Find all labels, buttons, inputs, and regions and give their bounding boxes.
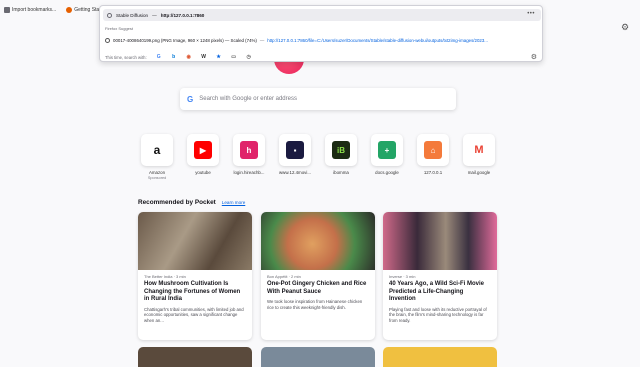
suggest-separator: — <box>259 37 265 43</box>
gmail-icon: M <box>474 144 484 156</box>
customize-gear-icon[interactable]: ⚙ <box>620 22 630 32</box>
suggest-item[interactable]: 00017-4008640199.png (PNG Image, 960 × 1… <box>105 35 539 45</box>
search-with-label: This time, search with: <box>105 54 147 60</box>
suggest-header: Firefox Suggest <box>105 26 134 31</box>
search-box[interactable]: G Search with Google or enter address <box>180 88 456 110</box>
search-engines-row: This time, search with: G b ◉ W ★ ▭ ◷ ⚙ <box>105 52 539 62</box>
tile-label: ibomma <box>333 170 349 175</box>
card-source: The Better India · 3 min <box>144 274 186 279</box>
card-title: One-Pot Gingery Chicken and Rice With Pe… <box>267 281 367 295</box>
tile-box: ⌂ <box>417 134 449 166</box>
pocket-card[interactable]: The Better India · 3 min How Mushroom Cu… <box>138 212 252 340</box>
pocket-card[interactable]: Bon Appétit · 2 min One-Pot Gingery Chic… <box>261 212 375 340</box>
tile-label: login.hireachb... <box>233 170 265 175</box>
card-title: 40 Years Ago, a Wild Sci-Fi Movie Predic… <box>389 281 484 302</box>
card-excerpt: Chattisgarh's tribal communities, with l… <box>144 306 244 324</box>
tile-label: Amazon <box>148 170 166 175</box>
pocket-card-partial[interactable] <box>383 347 497 367</box>
top-site-ibomma[interactable]: iB ibomma <box>318 134 364 175</box>
top-site-youtube[interactable]: ▶ youtube <box>180 134 226 175</box>
tile-box: + <box>371 134 403 166</box>
search-settings-gear-icon[interactable]: ⚙ <box>531 53 537 61</box>
tile-label: mail.google <box>467 170 491 175</box>
bookmark-label: Import bookmarks... <box>12 7 57 13</box>
pocket-card-partial[interactable] <box>138 347 252 367</box>
tile-sponsored: Sponsored <box>147 176 167 180</box>
globe-icon <box>105 37 110 43</box>
top-site-docs-google[interactable]: + docs.google <box>364 134 410 175</box>
localhost-icon: ⌂ <box>424 141 442 159</box>
tile-label: www.12.4movi... <box>279 170 311 175</box>
tile-box: M <box>463 134 495 166</box>
url-dropdown-panel: Stable Diffusion — http://127.0.0.1:7860… <box>99 5 543 62</box>
tabs-icon[interactable]: ▭ <box>231 54 237 60</box>
bookmark-import[interactable]: Import bookmarks... <box>4 7 56 13</box>
card-excerpt: We took loose inspiration from Hainanese… <box>267 299 363 310</box>
more-options-icon[interactable]: ••• <box>527 11 535 17</box>
wikipedia-icon[interactable]: W <box>201 54 207 60</box>
urlbar-title: Stable Diffusion <box>116 12 149 18</box>
google-icon: G <box>187 94 194 104</box>
bookmark-star-icon[interactable]: ★ <box>216 54 222 60</box>
tile-box: ▪ <box>279 134 311 166</box>
suggest-item-url: http://127.0.0.1:7860/file=C:/Users/suze… <box>267 37 488 43</box>
tile-label: docs.google <box>375 170 399 175</box>
top-site-4movies[interactable]: ▪ www.12.4movi... <box>272 134 318 175</box>
urlbar-url: http://127.0.0.1:7860 <box>160 12 205 18</box>
card-source: Bon Appétit · 2 min <box>267 274 301 279</box>
card-title: How Mushroom Cultivation Is Changing the… <box>144 281 241 302</box>
top-site-amazon[interactable]: a Amazon Sponsored <box>134 134 180 180</box>
card-source: Inverse · 3 min <box>389 274 416 279</box>
tile-box: ▶ <box>187 134 219 166</box>
duckduckgo-icon[interactable]: ◉ <box>186 54 192 60</box>
pocket-card-partial[interactable] <box>261 347 375 367</box>
google-sheets-icon: + <box>378 141 396 159</box>
pocket-header: Recommended by Pocket Learn more <box>138 199 245 206</box>
movies-icon: ▪ <box>286 141 304 159</box>
card-excerpt: Playing fast and loose with its reductiv… <box>389 306 487 324</box>
page-info-icon[interactable] <box>107 12 112 18</box>
top-site-localhost[interactable]: ⌂ 127.0.0.1 <box>410 134 456 175</box>
history-icon[interactable]: ◷ <box>246 54 252 60</box>
pocket-card[interactable]: Inverse · 3 min 40 Years Ago, a Wild Sci… <box>383 212 497 340</box>
top-site-hireach[interactable]: h login.hireachb... <box>226 134 272 175</box>
search-placeholder: Search with Google or enter address <box>199 96 297 102</box>
tile-box: h <box>233 134 265 166</box>
urlbar-separator: — <box>152 12 157 18</box>
card-image <box>261 212 375 270</box>
amazon-icon: a <box>153 143 161 157</box>
firefox-icon <box>66 7 73 13</box>
card-image <box>138 212 252 270</box>
ibomma-icon: iB <box>332 141 350 159</box>
top-site-gmail[interactable]: M mail.google <box>456 134 502 175</box>
card-image <box>383 212 497 270</box>
tile-label: 127.0.0.1 <box>423 170 443 175</box>
hireach-icon: h <box>240 141 258 159</box>
tile-box: iB <box>325 134 357 166</box>
address-bar[interactable]: Stable Diffusion — http://127.0.0.1:7860… <box>103 9 541 21</box>
import-icon <box>4 7 10 13</box>
pocket-title: Recommended by Pocket <box>138 199 216 206</box>
tile-label: youtube <box>195 170 211 175</box>
learn-more-link[interactable]: Learn more <box>222 200 246 205</box>
bing-icon[interactable]: b <box>171 54 177 60</box>
tile-box: a <box>141 134 173 166</box>
suggest-item-title: 00017-4008640199.png (PNG Image, 960 × 1… <box>113 37 257 43</box>
top-sites: a Amazon Sponsored ▶ youtube h login.hir… <box>140 134 500 184</box>
youtube-icon: ▶ <box>194 141 212 159</box>
google-icon[interactable]: G <box>156 54 162 60</box>
